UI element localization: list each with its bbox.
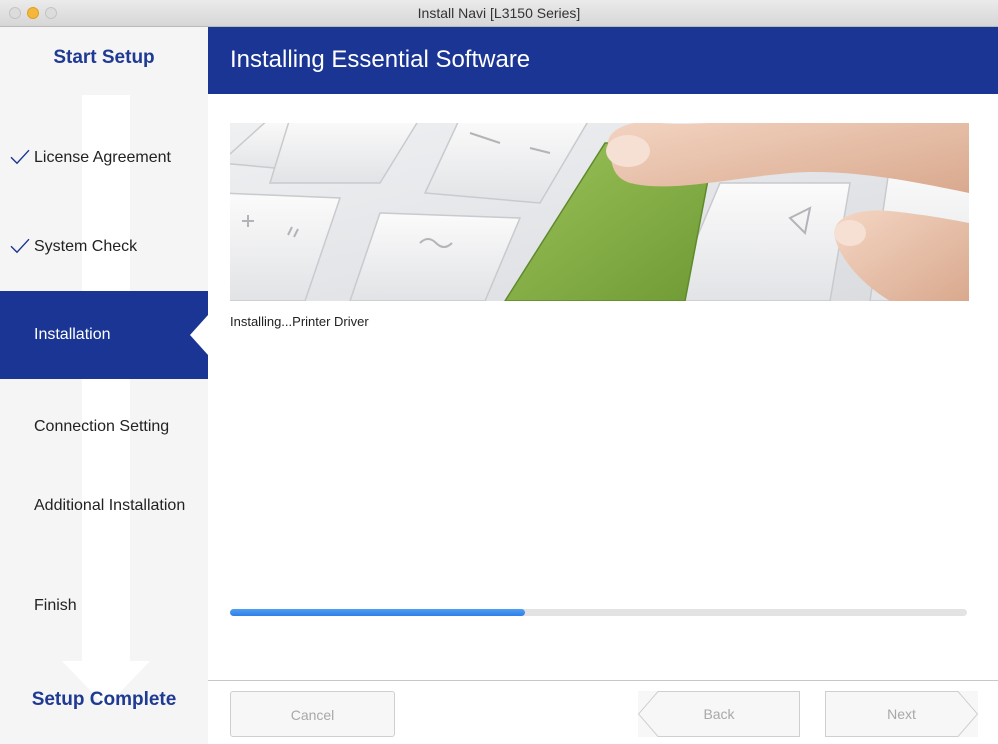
setup-complete-label: Setup Complete xyxy=(31,689,177,710)
install-progress-bar xyxy=(230,609,967,616)
install-status-text: Installing...Printer Driver xyxy=(230,314,369,329)
window-title: Install Navi [L3150 Series] xyxy=(417,5,581,21)
back-button[interactable]: Back xyxy=(638,691,800,737)
back-button-label: Back xyxy=(703,706,735,722)
step-label: System Check xyxy=(34,238,138,255)
setup-steps-sidebar: Start Setup License Agreement System Che… xyxy=(0,27,208,744)
step-label: Connection Setting xyxy=(34,418,170,435)
step-label: Finish xyxy=(34,597,77,614)
checkmark-icon xyxy=(10,149,30,165)
step-system-check: System Check xyxy=(0,203,208,291)
cancel-button[interactable]: Cancel xyxy=(230,691,395,737)
step-installation: Installation xyxy=(0,291,208,379)
step-label: Additional Installation xyxy=(34,497,186,514)
next-button-label: Next xyxy=(887,706,916,722)
active-step-pointer xyxy=(190,315,208,355)
step-additional-installation: Additional Installation xyxy=(0,462,208,550)
cancel-button-label: Cancel xyxy=(290,707,335,723)
step-connection-setting: Connection Setting xyxy=(0,383,208,471)
checkmark-icon xyxy=(10,238,30,254)
step-license-agreement: License Agreement xyxy=(0,114,208,202)
page-header: Installing Essential Software xyxy=(208,27,998,94)
hero-keyboard-image xyxy=(230,123,969,301)
step-label: License Agreement xyxy=(34,149,171,166)
footer-divider xyxy=(208,680,998,681)
step-label: Installation xyxy=(34,326,111,343)
window-title-bar: Install Navi [L3150 Series] xyxy=(0,0,998,27)
start-setup-label: Start Setup xyxy=(53,47,155,68)
next-button[interactable]: Next xyxy=(825,691,978,737)
install-progress-fill xyxy=(230,609,525,616)
page-title: Installing Essential Software xyxy=(230,46,531,73)
step-finish: Finish xyxy=(0,562,208,650)
